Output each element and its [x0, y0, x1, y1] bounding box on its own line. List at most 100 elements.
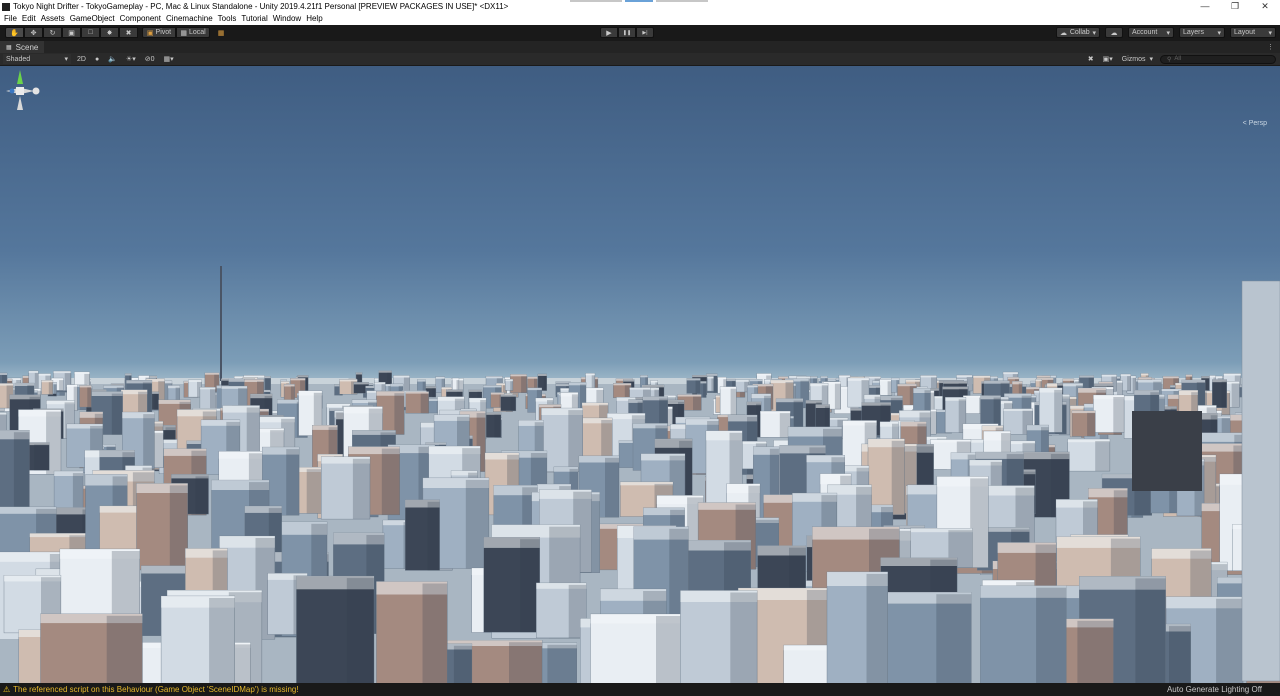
building-roof: [1140, 373, 1149, 376]
scene-viewport[interactable]: < Persp: [0, 66, 1280, 683]
building-shadow: [866, 573, 888, 683]
window-controls: — ❐ ✕: [1190, 0, 1280, 13]
gizmo-neg-y-axis[interactable]: [17, 96, 23, 110]
building-roof: [490, 392, 505, 395]
restore-button[interactable]: ❐: [1220, 0, 1250, 13]
menu-tools[interactable]: Tools: [218, 13, 237, 25]
building-shadow: [352, 458, 370, 520]
building-roof: [796, 376, 811, 379]
building-shadow: [703, 383, 707, 398]
play-button[interactable]: ▶: [600, 27, 618, 38]
building-roof: [0, 373, 7, 375]
building-roof: [435, 376, 445, 379]
minimize-button[interactable]: —: [1190, 0, 1220, 13]
building-roof: [692, 375, 707, 378]
account-label: Account: [1132, 29, 1158, 36]
hand-tool-button[interactable]: ✋: [5, 27, 24, 38]
collab-icon: ☁: [1060, 29, 1067, 37]
pivot-toggle[interactable]: ▣ Pivot: [142, 27, 176, 38]
building-roof: [527, 376, 538, 379]
scene-search-input[interactable]: ⚲ All: [1160, 54, 1276, 64]
gizmo-z-cone[interactable]: [32, 87, 40, 95]
tools-button[interactable]: ✖: [1085, 54, 1097, 64]
grid-dropdown[interactable]: ▦ ▾: [160, 54, 176, 64]
hand-icon: ✋: [10, 29, 19, 37]
tab-scene[interactable]: ▦ Scene: [0, 41, 45, 53]
cloud-button[interactable]: ☁: [1105, 27, 1123, 38]
building-shadow: [1216, 598, 1243, 683]
tab-menu-icon[interactable]: ⋮: [1267, 43, 1274, 51]
building-roof: [891, 378, 900, 381]
menu-cinemachine[interactable]: Cinemachine: [166, 13, 213, 25]
cloud-icon: ☁: [1110, 29, 1118, 37]
building-shadow: [232, 644, 251, 683]
scene-bar-right: ✖ ▣ ▾ Gizmos ▾ ⚲ All: [1082, 54, 1276, 64]
rect-tool-button[interactable]: □: [81, 27, 100, 38]
pivot-label: Pivot: [155, 29, 172, 36]
move-tool-button[interactable]: ✥: [24, 27, 43, 38]
shading-mode-dropdown[interactable]: Shaded ▾: [3, 54, 71, 64]
local-toggle[interactable]: ▦ Local: [176, 27, 210, 38]
building-shadow: [209, 598, 235, 683]
console-warning-text[interactable]: The referenced script on this Behaviour …: [13, 685, 298, 694]
pivot-controls: ▣ Pivot ▦ Local ▦: [142, 27, 228, 38]
chevron-down-icon: ▾: [1092, 29, 1096, 37]
status-bar: ⚠ The referenced script on this Behaviou…: [0, 683, 1280, 696]
pause-button[interactable]: ❚❚: [618, 27, 636, 38]
building-roof: [510, 374, 527, 377]
building-shadow: [936, 594, 972, 683]
scale-tool-button[interactable]: ▣: [62, 27, 81, 38]
menu-file[interactable]: File: [4, 13, 17, 25]
building-roof: [1007, 377, 1019, 380]
projection-label[interactable]: < Persp: [1243, 120, 1267, 127]
toggle-2d-button[interactable]: 2D: [74, 54, 89, 64]
building-shadow: [13, 432, 30, 513]
layout-dropdown[interactable]: Layout ▾: [1230, 27, 1276, 38]
gizmo-neg-z-cone[interactable]: [9, 88, 15, 94]
menu-tutorial[interactable]: Tutorial: [241, 13, 267, 25]
lighting-toggle[interactable]: ●: [92, 54, 102, 64]
menu-edit[interactable]: Edit: [22, 13, 36, 25]
transform-tools: ✋ ✥ ↻ ▣ □ ✸ ✖: [5, 27, 138, 38]
building-roof: [41, 380, 53, 383]
hidden-count: 0: [150, 55, 155, 63]
rotate-tool-button[interactable]: ↻: [43, 27, 62, 38]
gizmo-center-cube[interactable]: [16, 87, 24, 95]
step-button[interactable]: ▶|: [636, 27, 654, 38]
camera-dropdown[interactable]: ▣ ▾: [1100, 54, 1116, 64]
collab-dropdown[interactable]: ☁ Collab ▾: [1056, 27, 1100, 38]
toolbar-right: ☁ Collab ▾ ☁ Account ▾ Layers ▾ Layout ▾: [1056, 27, 1276, 38]
close-button[interactable]: ✕: [1250, 0, 1280, 13]
building-shadow: [143, 414, 155, 469]
menu-assets[interactable]: Assets: [41, 13, 65, 25]
building-roof: [613, 383, 632, 386]
menu-window[interactable]: Window: [273, 13, 301, 25]
effects-dropdown[interactable]: ☀ ▾: [123, 54, 139, 64]
building-roof: [290, 378, 306, 381]
tower-antenna: [220, 266, 222, 381]
building-shadow: [106, 615, 143, 683]
building-shadow: [111, 393, 123, 435]
orientation-gizmo[interactable]: [0, 66, 40, 126]
custom-tool-button[interactable]: ✖: [119, 27, 138, 38]
menu-help[interactable]: Help: [306, 13, 322, 25]
menu-component[interactable]: Component: [120, 13, 161, 25]
menu-gameobject[interactable]: GameObject: [70, 13, 115, 25]
building-roof: [973, 375, 991, 378]
building-shadow: [510, 381, 513, 391]
transform-tool-button[interactable]: ✸: [100, 27, 119, 38]
building-roof: [1098, 381, 1113, 384]
building-shadow: [1054, 389, 1063, 433]
grid-snap-icon: ▦: [217, 29, 225, 37]
lighting-status[interactable]: Auto Generate Lighting Off: [1167, 685, 1262, 694]
gizmos-dropdown[interactable]: Gizmos ▾: [1119, 54, 1156, 64]
audio-toggle[interactable]: 🔈: [105, 54, 120, 64]
layers-dropdown[interactable]: Layers ▾: [1179, 27, 1225, 38]
chevron-down-icon: ▾: [170, 56, 174, 63]
snap-button[interactable]: ▦: [214, 27, 228, 38]
hidden-objects-toggle[interactable]: ⊘ 0: [142, 54, 158, 64]
shading-mode-label: Shaded: [6, 55, 31, 63]
building-roof: [1035, 379, 1042, 382]
account-dropdown[interactable]: Account ▾: [1128, 27, 1174, 38]
gizmo-y-axis[interactable]: [17, 70, 23, 84]
